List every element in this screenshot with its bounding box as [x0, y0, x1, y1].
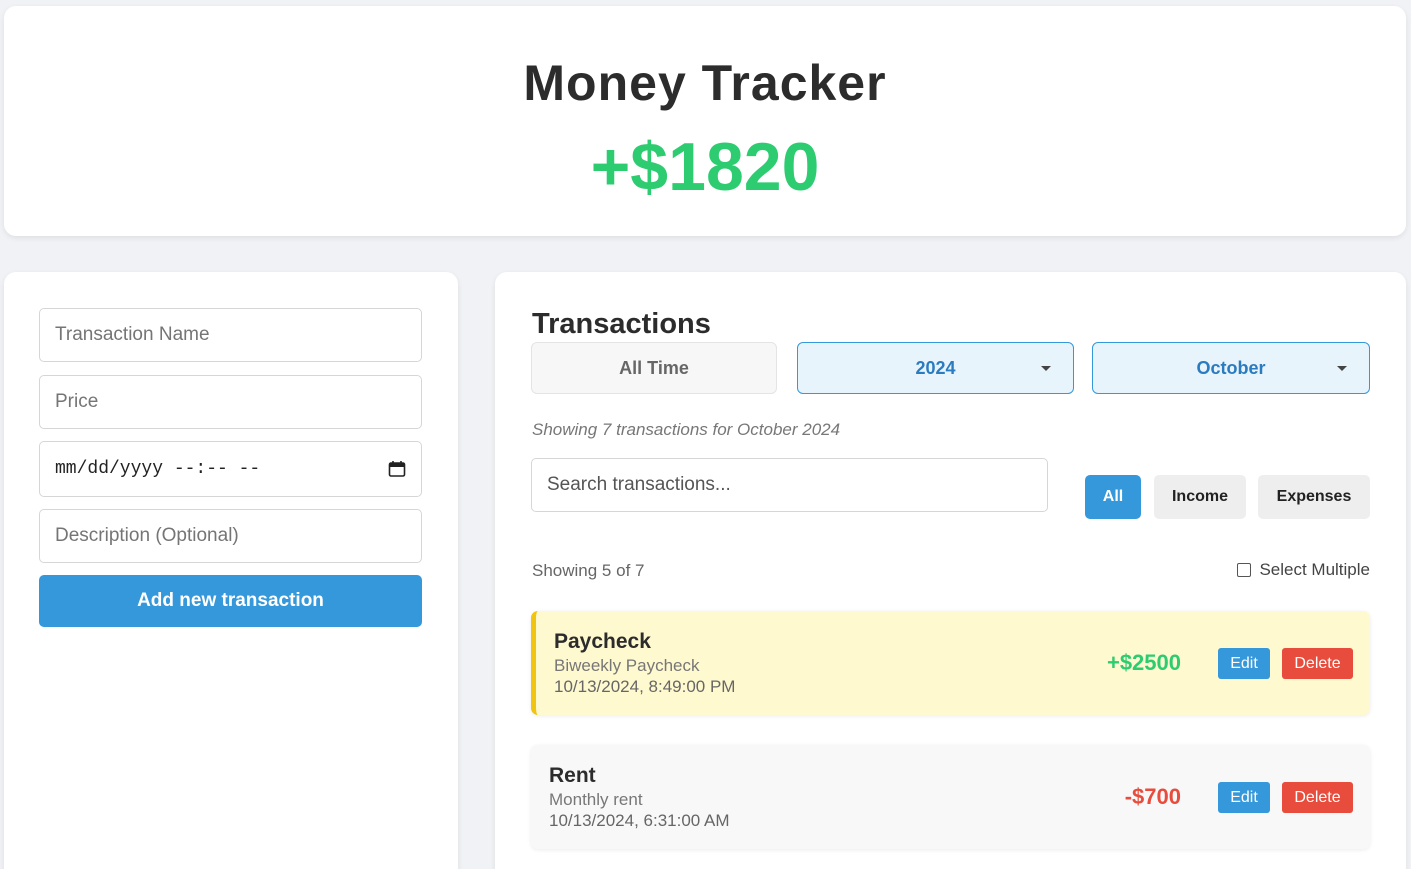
- year-select-value: 2024: [915, 357, 956, 378]
- period-summary: Showing 7 transactions for October 2024: [532, 420, 841, 439]
- month-select[interactable]: October: [1092, 342, 1370, 394]
- transaction-item[interactable]: Rent Monthly rent 10/13/2024, 6:31:00 AM…: [531, 745, 1370, 849]
- total-balance: +$1820: [590, 129, 820, 205]
- transaction-date: 10/13/2024, 8:49:00 PM: [554, 677, 736, 696]
- datetime-placeholder: mm/dd/yyyy --:-- --: [55, 459, 261, 479]
- calendar-icon[interactable]: [388, 460, 406, 478]
- year-select[interactable]: 2024: [797, 342, 1074, 394]
- transactions-title: Transactions: [532, 308, 711, 340]
- checkbox-icon[interactable]: [1237, 563, 1252, 577]
- edit-button[interactable]: Edit: [1218, 648, 1270, 679]
- transaction-description: Biweekly Paycheck: [554, 656, 700, 675]
- transaction-name: Paycheck: [554, 630, 651, 653]
- month-select-value: October: [1196, 357, 1266, 378]
- header-card: Money Tracker +$1820: [4, 6, 1406, 236]
- transaction-amount: -$700: [1124, 784, 1181, 809]
- select-multiple-toggle[interactable]: Select Multiple: [1237, 560, 1370, 580]
- add-transaction-panel: mm/dd/yyyy --:-- -- Add new transaction: [4, 272, 458, 869]
- transaction-date: 10/13/2024, 6:31:00 AM: [549, 811, 730, 830]
- transaction-item[interactable]: Paycheck Biweekly Paycheck 10/13/2024, 8…: [531, 611, 1370, 715]
- search-input[interactable]: [531, 458, 1048, 512]
- select-multiple-label: Select Multiple: [1259, 560, 1370, 579]
- all-time-button[interactable]: All Time: [531, 342, 777, 394]
- price-input[interactable]: [39, 375, 422, 429]
- add-transaction-button[interactable]: Add new transaction: [39, 575, 422, 627]
- chevron-down-icon: [1041, 366, 1051, 371]
- filter-all-button[interactable]: All: [1085, 475, 1141, 519]
- result-count: Showing 5 of 7: [532, 561, 645, 580]
- description-input[interactable]: [39, 509, 422, 563]
- filter-expenses-button[interactable]: Expenses: [1258, 475, 1370, 519]
- transactions-panel: Transactions All Time 2024 October Showi…: [495, 272, 1406, 869]
- delete-button[interactable]: Delete: [1282, 782, 1353, 813]
- chevron-down-icon: [1337, 366, 1347, 371]
- delete-button[interactable]: Delete: [1282, 648, 1353, 679]
- edit-button[interactable]: Edit: [1218, 782, 1270, 813]
- transaction-amount: +$2500: [1106, 650, 1181, 675]
- transaction-description: Monthly rent: [549, 790, 643, 809]
- datetime-input[interactable]: mm/dd/yyyy --:-- --: [39, 441, 422, 497]
- filter-income-button[interactable]: Income: [1154, 475, 1246, 519]
- transaction-name: Rent: [549, 764, 596, 787]
- app-title: Money Tracker: [523, 55, 887, 111]
- transaction-name-input[interactable]: [39, 308, 422, 362]
